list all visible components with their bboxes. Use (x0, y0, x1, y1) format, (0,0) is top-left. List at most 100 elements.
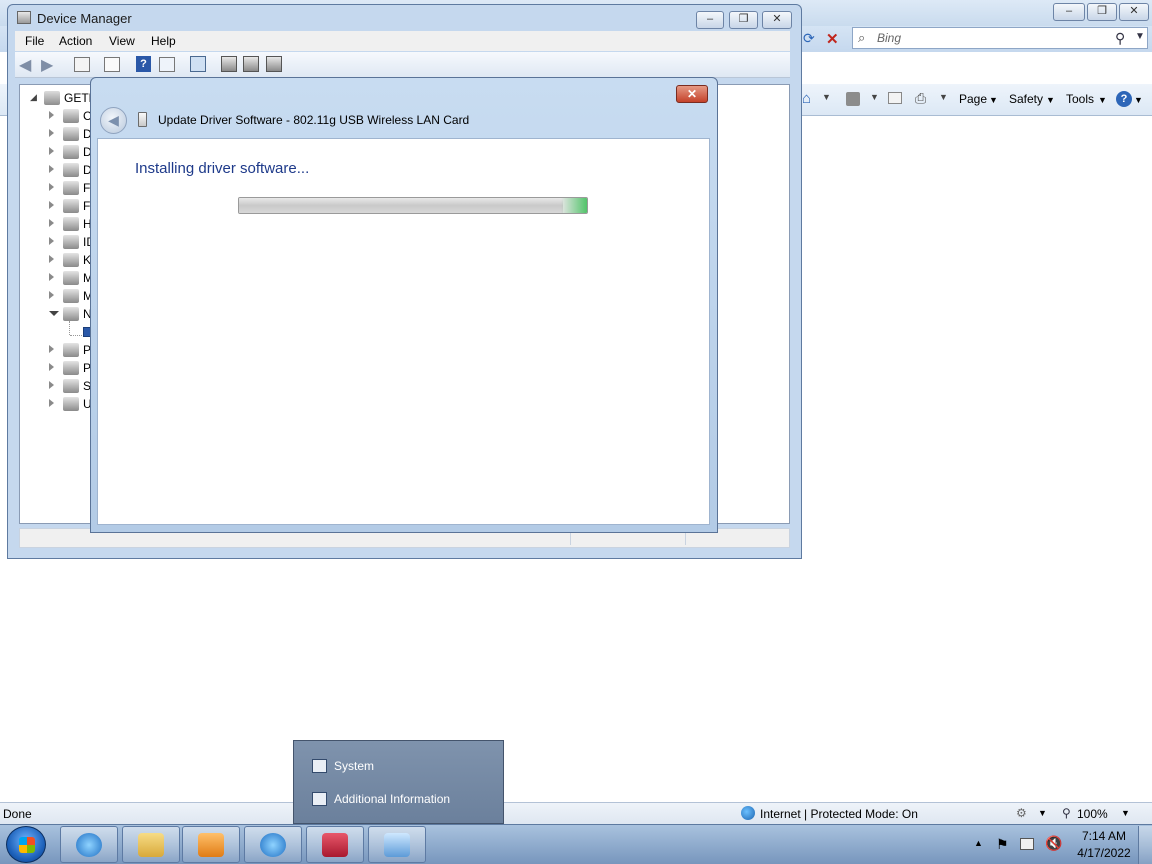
search-icon[interactable]: ⚲ (1115, 30, 1125, 47)
expand-arrow-icon[interactable] (49, 111, 54, 119)
network-icon[interactable] (1020, 838, 1034, 850)
view-icon[interactable] (159, 57, 175, 72)
expand-arrow-icon[interactable] (49, 237, 54, 245)
tree-connector-h (70, 335, 82, 336)
dm-close-button[interactable]: ✕ (762, 11, 792, 29)
menu-action[interactable]: Action (59, 34, 92, 48)
menu-view[interactable]: View (109, 34, 135, 48)
protected-mode-icon[interactable]: ⚙ (1016, 806, 1027, 820)
feeds-icon[interactable] (846, 92, 860, 106)
back-icon[interactable]: ◀ (19, 55, 31, 75)
menu-help[interactable]: Help (151, 34, 176, 48)
computer-icon (44, 91, 60, 105)
internet-explorer-icon (260, 833, 286, 857)
print-dropdown-icon[interactable]: ▼ (939, 92, 948, 102)
status-text: Done (3, 807, 32, 821)
page-dropdown-icon[interactable]: ▼ (989, 95, 998, 105)
device-category-icon (63, 289, 79, 303)
system-icon (312, 759, 327, 773)
zoom-icon[interactable]: ⚲ (1062, 806, 1071, 820)
ie-search-box[interactable]: ⌕ Bing ⚲ ▼ (852, 27, 1148, 49)
dialog-close-button[interactable]: ✕ (676, 85, 708, 103)
ie-search-input[interactable]: Bing (877, 31, 901, 45)
expand-arrow-icon[interactable] (49, 147, 54, 155)
show-hide-tree-icon[interactable] (74, 57, 90, 72)
folder-icon (138, 833, 164, 857)
taskbar-explorer-button[interactable] (122, 826, 180, 863)
tray-overflow-icon[interactable]: ▲ (974, 838, 983, 848)
show-desktop-button[interactable] (1138, 826, 1152, 864)
print-icon[interactable]: ⎙ (915, 90, 926, 107)
safety-menu-button[interactable]: Safety (1009, 92, 1043, 106)
volume-muted-icon[interactable]: 🔇 (1045, 835, 1062, 852)
mail-icon[interactable] (888, 92, 902, 104)
expand-arrow-icon[interactable] (49, 345, 54, 353)
start-button[interactable] (6, 826, 46, 863)
jump-item-label: Additional Information (334, 792, 451, 806)
tools-menu-button[interactable]: Tools (1066, 92, 1094, 106)
search-dropdown-icon[interactable]: ▼ (1135, 31, 1145, 42)
device-category-icon (63, 181, 79, 195)
expand-arrow-icon[interactable] (49, 201, 54, 209)
taskbar-ie-window-button[interactable] (244, 826, 302, 863)
device-category-icon (63, 307, 79, 321)
expand-arrow-icon[interactable] (49, 273, 54, 281)
feeds-dropdown-icon[interactable]: ▼ (870, 92, 879, 102)
expand-arrow-icon[interactable] (49, 399, 54, 407)
taskbar-system-button[interactable] (368, 826, 426, 863)
progress-glow (561, 198, 587, 213)
device-manager-title: Device Manager (37, 11, 132, 26)
dm-menubar: File Action View Help (15, 31, 790, 51)
expand-arrow-icon[interactable] (49, 165, 54, 173)
help-dropdown-icon[interactable]: ▼ (1134, 95, 1143, 105)
security-zone-text[interactable]: Internet | Protected Mode: On (760, 807, 918, 821)
page-menu-button[interactable]: Page (959, 92, 987, 106)
protected-dropdown-icon[interactable]: ▼ (1038, 808, 1047, 818)
zoom-level[interactable]: 100% (1077, 807, 1108, 821)
scan-hardware-icon[interactable] (190, 56, 206, 72)
taskbar-device-manager-button[interactable] (306, 826, 364, 863)
dialog-title: Update Driver Software - 802.11g USB Wir… (158, 113, 470, 127)
safety-dropdown-icon[interactable]: ▼ (1046, 95, 1055, 105)
refresh-icon[interactable]: ⟳ (803, 30, 815, 47)
status-divider-2 (685, 531, 686, 545)
properties-icon[interactable] (104, 57, 120, 72)
expand-arrow-icon[interactable] (49, 255, 54, 263)
taskbar-ie-button[interactable] (60, 826, 118, 863)
zoom-dropdown-icon[interactable]: ▼ (1121, 808, 1130, 818)
update-driver-icon[interactable] (221, 56, 237, 72)
home-icon[interactable]: ⌂ (802, 90, 811, 107)
expand-arrow-icon[interactable] (49, 291, 54, 299)
expand-arrow-icon[interactable] (49, 363, 54, 371)
system-properties-icon (384, 833, 410, 857)
stop-icon[interactable]: ✕ (826, 30, 839, 48)
dm-restore-button[interactable]: ❐ (729, 11, 758, 29)
back-arrow-icon[interactable]: ◀ (100, 107, 127, 134)
ie-status-bar: Done Internet | Protected Mode: On ⚙ ▼ ⚲… (0, 802, 1152, 824)
clock-time[interactable]: 7:14 AM (1076, 829, 1132, 843)
help-icon[interactable]: ? (1116, 91, 1132, 107)
expand-arrow-icon[interactable] (49, 381, 54, 389)
info-icon (312, 792, 327, 806)
home-dropdown-icon[interactable]: ▼ (822, 92, 831, 102)
dm-minimize-button[interactable]: – (696, 11, 724, 29)
action-center-flag-icon[interactable]: ⚑ (996, 836, 1009, 853)
taskbar-media-player-button[interactable] (182, 826, 240, 863)
expand-arrow-icon[interactable] (49, 183, 54, 191)
ie-minimize-button[interactable]: – (1053, 3, 1085, 21)
device-category-icon (63, 109, 79, 123)
ie-close-button[interactable]: ✕ (1119, 3, 1149, 21)
collapse-icon[interactable]: ◢ (30, 92, 37, 103)
tools-dropdown-icon[interactable]: ▼ (1098, 95, 1107, 105)
ie-restore-button[interactable]: ❐ (1087, 3, 1117, 21)
clock-date[interactable]: 4/17/2022 (1070, 846, 1138, 860)
help-book-icon[interactable]: ? (136, 56, 151, 72)
menu-file[interactable]: File (25, 34, 44, 48)
expand-arrow-icon[interactable] (49, 129, 54, 137)
expand-arrow-icon[interactable] (49, 311, 59, 316)
forward-icon[interactable]: ▶ (41, 55, 53, 75)
disable-icon[interactable] (266, 56, 282, 72)
expand-arrow-icon[interactable] (49, 219, 54, 227)
uninstall-icon[interactable] (243, 56, 259, 72)
device-category-icon (63, 145, 79, 159)
